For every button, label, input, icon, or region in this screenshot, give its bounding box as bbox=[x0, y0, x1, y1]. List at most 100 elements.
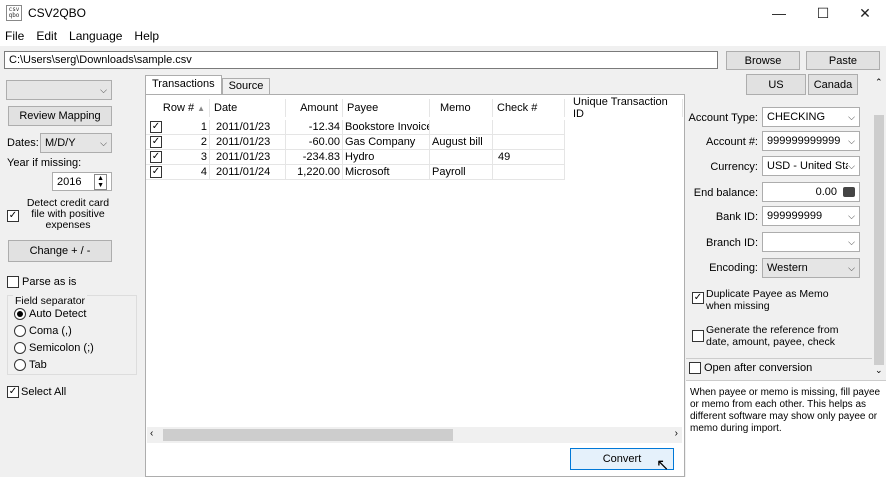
dup-payee-row[interactable]: ✓ Duplicate Payee as Memo when missing bbox=[692, 288, 856, 312]
bank-id-value: 999999999 bbox=[767, 210, 823, 222]
separator-semicolon[interactable]: Semicolon (;) bbox=[14, 342, 94, 354]
tab-strip: Transactions Source bbox=[145, 75, 271, 95]
account-num-combo[interactable]: 999999999999 ⌵ bbox=[762, 131, 860, 151]
minimize-button[interactable]: — bbox=[756, 0, 802, 26]
field-separator-title: Field separator bbox=[13, 295, 88, 307]
vertical-scrollbar[interactable]: ⌃ ⌄ bbox=[872, 73, 886, 378]
chevron-down-icon: ⌵ bbox=[100, 84, 107, 95]
horizontal-scrollbar[interactable]: ‹ › bbox=[147, 427, 682, 443]
table-row[interactable]: ✓ 3 2011/01/23 -234.83 Hydro 49 bbox=[146, 150, 684, 165]
change-sign-button[interactable]: Change + / - bbox=[8, 240, 112, 262]
amount-cell: -234.83 bbox=[286, 150, 343, 165]
tab-transactions[interactable]: Transactions bbox=[145, 75, 222, 95]
col-header-payee[interactable]: Payee bbox=[343, 99, 430, 117]
scroll-down-icon[interactable]: ⌄ bbox=[875, 365, 883, 376]
menu-file[interactable]: File bbox=[4, 29, 25, 43]
separator-auto[interactable]: Auto Detect bbox=[14, 308, 86, 320]
scroll-thumb[interactable] bbox=[163, 429, 453, 441]
separator-auto-radio[interactable] bbox=[14, 308, 26, 320]
chevron-down-icon: ⌵ bbox=[848, 236, 855, 247]
check-cell bbox=[493, 120, 565, 135]
title-bar: csv qbo CSV2QBO — ☐ ✕ bbox=[0, 0, 886, 26]
separator-semicolon-label: Semicolon (;) bbox=[29, 342, 94, 354]
gen-ref-row[interactable]: Generate the reference from date, amount… bbox=[692, 324, 856, 348]
profile-combo[interactable]: ⌵ bbox=[6, 80, 112, 100]
amount-cell: -60.00 bbox=[286, 135, 343, 150]
app-icon: csv qbo bbox=[6, 5, 22, 21]
end-balance-label: End balance: bbox=[693, 187, 758, 199]
end-balance-input[interactable]: 0.00 bbox=[762, 182, 860, 202]
select-all-row[interactable]: ✓ Select All bbox=[7, 386, 66, 398]
parse-as-is-checkbox[interactable] bbox=[7, 276, 19, 288]
separator-tab[interactable]: Tab bbox=[14, 359, 47, 371]
calculator-icon[interactable] bbox=[843, 187, 855, 197]
paste-button[interactable]: Paste bbox=[806, 51, 880, 70]
account-type-combo[interactable]: CHECKING ⌵ bbox=[762, 107, 860, 127]
separator-coma-label: Coma (,) bbox=[29, 325, 72, 337]
currency-combo[interactable]: USD - United Sta ⌵ bbox=[762, 156, 860, 176]
detect-credit-checkbox[interactable]: ✓ bbox=[7, 210, 19, 222]
col-header-check[interactable]: Check # bbox=[493, 99, 565, 117]
open-after-checkbox[interactable] bbox=[689, 362, 701, 374]
amount-cell: 1,220.00 bbox=[286, 165, 343, 180]
spinner-icon[interactable]: ▲ ▼ bbox=[94, 173, 107, 190]
table-row[interactable]: ✓ 1 2011/01/23 -12.34 Bookstore Invoice bbox=[146, 120, 684, 135]
menu-help[interactable]: Help bbox=[133, 29, 160, 43]
separator-tab-radio[interactable] bbox=[14, 359, 26, 371]
select-all-checkbox[interactable]: ✓ bbox=[7, 386, 19, 398]
scroll-thumb[interactable] bbox=[874, 115, 884, 365]
row-checkbox[interactable]: ✓ bbox=[150, 151, 162, 163]
table-row[interactable]: ✓ 4 2011/01/24 1,220.00 Microsoft Payroll bbox=[146, 165, 684, 180]
col-header-memo[interactable]: Memo bbox=[430, 99, 493, 117]
currency-label: Currency: bbox=[710, 161, 758, 173]
chevron-down-icon: ⌵ bbox=[100, 137, 107, 148]
separator-coma[interactable]: Coma (,) bbox=[14, 325, 72, 337]
menu-edit[interactable]: Edit bbox=[35, 29, 58, 43]
scroll-up-icon[interactable]: ⌃ bbox=[875, 77, 883, 88]
payee-cell: Gas Company bbox=[343, 135, 430, 150]
scroll-right-icon[interactable]: › bbox=[675, 428, 678, 439]
tab-source[interactable]: Source bbox=[221, 78, 271, 95]
menu-language[interactable]: Language bbox=[68, 29, 123, 43]
review-mapping-button[interactable]: Review Mapping bbox=[8, 106, 112, 126]
encoding-label: Encoding: bbox=[709, 262, 758, 274]
gen-ref-checkbox[interactable] bbox=[692, 330, 704, 342]
sort-asc-icon: ▲ bbox=[197, 103, 205, 113]
separator-semicolon-radio[interactable] bbox=[14, 342, 26, 354]
row-checkbox[interactable]: ✓ bbox=[150, 166, 162, 178]
us-button[interactable]: US bbox=[746, 74, 806, 95]
row-checkbox[interactable]: ✓ bbox=[150, 121, 162, 133]
help-text-box: When payee or memo is missing, fill paye… bbox=[686, 380, 886, 477]
col-header-date[interactable]: Date bbox=[210, 99, 286, 117]
detect-credit-row[interactable]: ✓ Detect credit card file with positive … bbox=[7, 198, 137, 231]
col-header-row[interactable]: Row # ▲ bbox=[146, 99, 210, 117]
year-stepper[interactable]: 2016 ▲ ▼ bbox=[52, 172, 112, 191]
memo-cell: Payroll bbox=[430, 165, 493, 180]
col-header-amount[interactable]: Amount bbox=[286, 99, 343, 117]
separator-coma-radio[interactable] bbox=[14, 325, 26, 337]
branch-id-combo[interactable]: ⌵ bbox=[762, 232, 860, 252]
row-number: 1 bbox=[200, 121, 207, 133]
scroll-left-icon[interactable]: ‹ bbox=[150, 428, 153, 439]
row-number: 2 bbox=[200, 136, 207, 148]
open-after-row[interactable]: Open after conversion bbox=[689, 362, 812, 374]
file-path-input[interactable]: C:\Users\serg\Downloads\sample.csv bbox=[4, 51, 718, 69]
detect-credit-label: Detect credit card file with positive ex… bbox=[26, 197, 110, 231]
parse-as-is-row[interactable]: Parse as is bbox=[7, 276, 76, 288]
col-header-unique-id[interactable]: Unique Transaction ID bbox=[565, 96, 683, 120]
account-type-value: CHECKING bbox=[767, 111, 826, 123]
browse-button[interactable]: Browse bbox=[726, 51, 800, 70]
row-checkbox[interactable]: ✓ bbox=[150, 136, 162, 148]
maximize-button[interactable]: ☐ bbox=[800, 0, 846, 26]
dup-payee-checkbox[interactable]: ✓ bbox=[692, 292, 704, 304]
separator-tab-label: Tab bbox=[29, 359, 47, 371]
bank-id-combo[interactable]: 999999999 ⌵ bbox=[762, 206, 860, 226]
close-button[interactable]: ✕ bbox=[842, 0, 886, 26]
menu-bar: File Edit Language Help bbox=[0, 26, 886, 46]
table-row[interactable]: ✓ 2 2011/01/23 -60.00 Gas Company August … bbox=[146, 135, 684, 150]
dates-combo[interactable]: M/D/Y ⌵ bbox=[40, 133, 112, 153]
window-title: CSV2QBO bbox=[28, 6, 87, 20]
canada-button[interactable]: Canada bbox=[808, 74, 858, 95]
encoding-combo[interactable]: Western ⌵ bbox=[762, 258, 860, 278]
date-cell: 2011/01/24 bbox=[210, 165, 286, 180]
